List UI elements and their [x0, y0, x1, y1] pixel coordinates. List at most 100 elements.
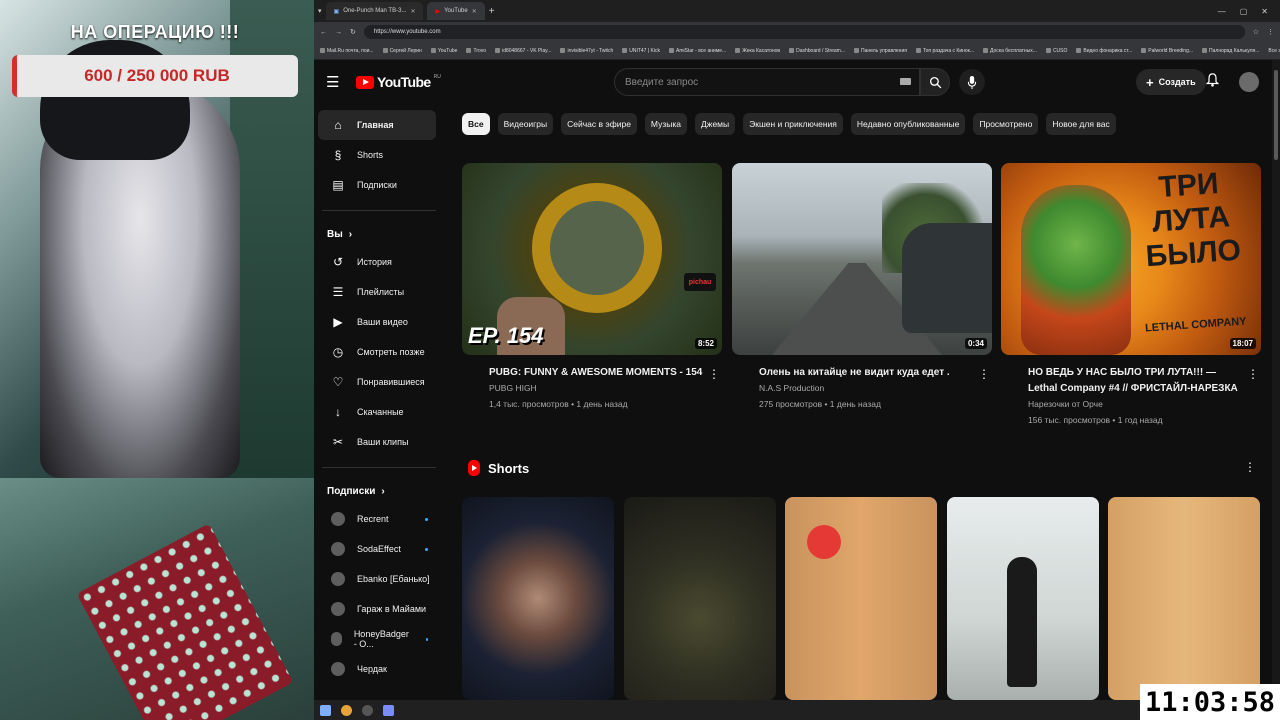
filter-chip[interactable]: Новое для вас	[1046, 113, 1116, 135]
extensions-icon[interactable]: ⋮	[1267, 28, 1274, 36]
short-card[interactable]	[624, 497, 776, 700]
bookmark-item[interactable]: Палнорад Калькуля...	[1202, 48, 1259, 54]
short-card[interactable]	[947, 497, 1099, 700]
scrollbar[interactable]	[1272, 60, 1280, 700]
close-window-icon[interactable]: ✕	[1261, 7, 1268, 16]
sidebar-item-you-5[interactable]: ↓ Скачанные	[318, 397, 436, 427]
bookmark-item[interactable]: invisible47yt - Twitch	[560, 48, 613, 54]
sidebar-item-main-0[interactable]: ⌂ Главная	[318, 110, 436, 140]
sidebar-item-you-6[interactable]: ✂ Ваши клипы	[318, 427, 436, 457]
more-icon[interactable]: ⋮	[978, 367, 990, 381]
filter-chip[interactable]: Экшен и приключения	[743, 113, 843, 135]
sidebar-item-subscription[interactable]: Гараж в Майами	[318, 594, 436, 624]
bookmark-item[interactable]: CUSO	[1045, 48, 1067, 54]
video-card[interactable]: 0:34 Олень на китайце не видит куда едет…	[732, 163, 992, 409]
video-title[interactable]: PUBG: FUNNY & AWESOME MOMENTS - 154	[489, 365, 704, 381]
video-title[interactable]: НО ВЕДЬ У НАС БЫЛО ТРИ ЛУТА!!! — Lethal …	[1028, 365, 1243, 397]
more-icon[interactable]: ⋮	[1244, 460, 1256, 474]
close-icon[interactable]: ✕	[472, 8, 477, 15]
video-channel[interactable]: PUBG HIGH	[489, 383, 722, 393]
all-bookmarks[interactable]: Все закладки	[1268, 48, 1280, 54]
search-input[interactable]: Введите запрос	[614, 68, 920, 96]
sidebar-subs-header[interactable]: Подписки ›	[314, 478, 444, 504]
star-icon[interactable]: ☆	[1253, 28, 1259, 36]
tab-one-punch[interactable]: ▣ One-Punch Man TB-3... ✕	[325, 2, 424, 20]
avatar[interactable]	[1239, 72, 1259, 92]
filter-chip[interactable]: Сейчас в эфире	[561, 113, 637, 135]
new-tab-button[interactable]: +	[489, 6, 495, 17]
scrollbar-thumb[interactable]	[1274, 70, 1278, 160]
bookmark-item[interactable]: UNIT47 | Kick	[622, 48, 660, 54]
voice-search-button[interactable]	[959, 69, 985, 95]
create-button[interactable]: + Создать	[1136, 69, 1206, 95]
bookmark-item[interactable]: Trovo	[466, 48, 486, 54]
video-thumbnail[interactable]: EP. 154 pichau 8:52	[462, 163, 722, 355]
bookmark-item[interactable]: Dashboard / Stream...	[789, 48, 845, 54]
video-stats: 1,4 тыс. просмотров • 1 день назад	[489, 399, 628, 409]
filter-chip[interactable]: Музыка	[644, 113, 687, 135]
bookmark-item[interactable]: Топ раздача с Кинок...	[915, 48, 974, 54]
sidebar-item-you-1[interactable]: ☰ Плейлисты	[318, 277, 436, 307]
bookmark-item[interactable]: YouTube	[430, 48, 457, 54]
filter-chip[interactable]: Просмотрено	[973, 113, 1039, 135]
chrome-icon[interactable]	[341, 704, 352, 716]
filter-chip[interactable]: Недавно опубликованные	[850, 113, 966, 135]
menu-icon[interactable]: ☰	[326, 73, 348, 91]
video-card[interactable]: EP. 154 pichau 8:52 PUBG: FUNNY & AWESOM…	[462, 163, 722, 409]
sidebar-item-main-2[interactable]: ▤ Подписки	[318, 170, 436, 200]
bookmark-item[interactable]: Доска бесплатных...	[983, 48, 1037, 54]
close-icon[interactable]: ✕	[410, 8, 415, 15]
back-icon[interactable]: ←	[320, 29, 327, 36]
bookmark-item[interactable]: Панель управления	[854, 48, 907, 54]
sidebar-item-subscription[interactable]: Recrent	[318, 504, 436, 534]
bookmark-item[interactable]: Palworld Breeding...	[1141, 48, 1193, 54]
minimize-icon[interactable]: —	[1218, 7, 1226, 16]
sidebar-item-subscription[interactable]: Чердак	[318, 654, 436, 684]
bookmark-item[interactable]: Видео фонарика ст...	[1076, 48, 1132, 54]
bookmark-item[interactable]: id8048667 - VK Play...	[495, 48, 551, 54]
maximize-icon[interactable]: ▢	[1240, 7, 1248, 16]
filter-chip[interactable]: Видеоигры	[497, 113, 554, 135]
more-icon[interactable]: ⋮	[708, 367, 720, 381]
video-title[interactable]: Олень на китайце не видит куда едет .	[759, 365, 974, 381]
youtube-icon: ▶	[435, 8, 441, 15]
search-button[interactable]	[920, 68, 950, 96]
sidebar-item-you-4[interactable]: ♡ Понравившиеся	[318, 367, 436, 397]
sidebar-item-main-1[interactable]: § Shorts	[318, 140, 436, 170]
more-icon[interactable]: ⋮	[1247, 367, 1259, 381]
app-icon[interactable]	[383, 704, 394, 716]
youtube-logo[interactable]: YouTube RU	[356, 74, 441, 90]
sidebar-item-subscription[interactable]: HoneyBadger - O...	[318, 624, 436, 654]
sidebar-item-you-0[interactable]: ↺ История	[318, 247, 436, 277]
short-card[interactable]	[462, 497, 614, 700]
video-channel[interactable]: Нарезочки от Орче	[1028, 399, 1261, 409]
tab-search-icon[interactable]: ▾	[318, 7, 322, 15]
notifications-icon[interactable]	[1205, 73, 1220, 92]
short-card[interactable]	[785, 497, 937, 700]
sidebar-item-subscription[interactable]: Ebanko [Ебанько]	[318, 564, 436, 594]
thumbnail-badge: pichau	[684, 273, 716, 291]
sidebar-you-header[interactable]: Вы ›	[314, 221, 444, 247]
forward-icon[interactable]: →	[335, 29, 342, 36]
filter-chip[interactable]: Все	[462, 113, 490, 135]
keyboard-icon[interactable]	[900, 78, 911, 85]
bookmark-item[interactable]: AmiStar - все аниме...	[668, 48, 726, 54]
tab-youtube[interactable]: ▶ YouTube ✕	[427, 2, 485, 20]
short-card[interactable]	[1108, 497, 1260, 700]
video-channel[interactable]: N.A.S Production	[759, 383, 992, 393]
windows-start-icon[interactable]	[320, 704, 331, 716]
bookmark-item[interactable]: Сергей Лерин	[382, 48, 422, 54]
filter-chip[interactable]: Джемы	[695, 113, 736, 135]
youtube-header: ☰ YouTube RU Введите запрос + Создать	[314, 60, 1280, 104]
video-thumbnail[interactable]: ТРИ ЛУТА БЫЛО LETHAL COMPANY 18:07	[1001, 163, 1261, 355]
video-thumbnail[interactable]: 0:34	[732, 163, 992, 355]
url-field[interactable]: https://www.youtube.com	[363, 25, 1245, 39]
obs-icon[interactable]	[362, 704, 373, 716]
bookmark-item[interactable]: Жека Касатонов	[735, 48, 780, 54]
reload-icon[interactable]: ↻	[350, 28, 356, 36]
video-card[interactable]: ТРИ ЛУТА БЫЛО LETHAL COMPANY 18:07 НО ВЕ…	[1001, 163, 1261, 425]
bookmark-item[interactable]: Mail.Ru почта, пои...	[320, 48, 374, 54]
sidebar-item-you-3[interactable]: ◷ Смотреть позже	[318, 337, 436, 367]
sidebar-item-you-2[interactable]: ▶ Ваши видео	[318, 307, 436, 337]
sidebar-item-subscription[interactable]: SodaEffect	[318, 534, 436, 564]
